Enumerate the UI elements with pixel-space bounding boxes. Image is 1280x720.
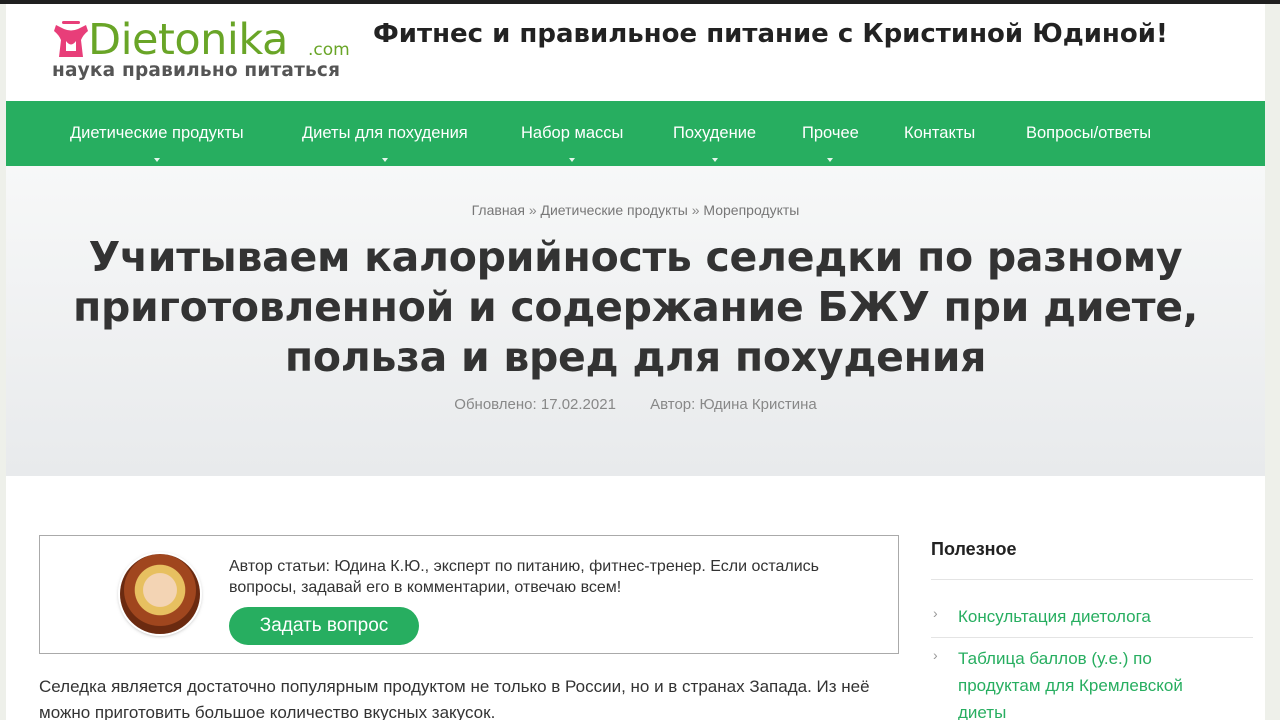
logo-wordmark: Dietonika <box>88 15 288 65</box>
site-logo[interactable]: Dietonika .com наука правильно питаться <box>50 15 360 86</box>
article-title-line: польза и вред для похудения <box>284 333 987 381</box>
dropdown-caret-icon <box>381 158 388 162</box>
sidebar-item-kremlin-table[interactable]: › Таблица баллов (у.е.) по продуктам для… <box>931 645 1253 720</box>
nav-item-label: Диетические продукты <box>70 124 244 142</box>
breadcrumb-separator: » <box>528 202 537 218</box>
article-author: Автор: Юдина Кристина <box>650 396 817 413</box>
sidebar-item-label: Таблица баллов (у.е.) по продуктам для К… <box>958 649 1183 720</box>
breadcrumb-home-link[interactable]: Главная <box>472 202 525 218</box>
dropdown-caret-icon <box>569 158 576 162</box>
sidebar-divider <box>931 579 1253 580</box>
dropdown-caret-icon <box>153 158 160 162</box>
dropdown-caret-icon <box>711 158 718 162</box>
site-header: Dietonika .com наука правильно питаться … <box>6 4 1265 101</box>
breadcrumb-current-link[interactable]: Морепродукты <box>703 202 799 218</box>
page: Dietonika .com наука правильно питаться … <box>6 4 1265 720</box>
nav-item-label: Вопросы/ответы <box>1026 124 1152 142</box>
nav-item-faq[interactable]: Вопросы/ответы <box>1026 101 1151 166</box>
site-title: Фитнес и правильное питание с Кристиной … <box>373 19 1168 49</box>
breadcrumb-separator: » <box>691 202 700 218</box>
article-meta: Обновлено: 17.02.2021 Автор: Юдина Крист… <box>6 396 1265 413</box>
chevron-right-icon: › <box>933 647 938 663</box>
sidebar-divider <box>931 637 1253 638</box>
nav-item-mass-gain[interactable]: Набор массы <box>521 101 623 166</box>
ask-question-button[interactable]: Задать вопрос <box>229 607 419 645</box>
article-paragraph: Селедка является достаточно популярным п… <box>39 677 870 720</box>
sidebar-item-consultation[interactable]: › Консультация диетолога <box>931 603 1253 633</box>
dropdown-caret-icon <box>827 158 834 162</box>
updated-date: Обновлено: 17.02.2021 <box>454 396 616 413</box>
nav-item-label: Контакты <box>904 124 976 142</box>
logo-figure-icon <box>54 21 88 57</box>
nav-item-label: Похудение <box>673 124 757 142</box>
author-box: Автор статьи: Юдина К.Ю., эксперт по пит… <box>39 535 899 654</box>
article-hero: Главная » Диетические продукты » Морепро… <box>6 166 1265 476</box>
breadcrumb-category-link[interactable]: Диетические продукты <box>541 202 688 218</box>
author-avatar <box>120 554 200 634</box>
sidebar-item-label: Консультация диетолога <box>958 607 1151 626</box>
nav-item-weight-loss[interactable]: Похудение <box>673 101 756 166</box>
nav-item-label: Прочее <box>802 124 859 142</box>
logo-domain: .com <box>308 40 350 60</box>
nav-item-diet-products[interactable]: Диетические продукты <box>70 101 244 166</box>
sidebar-title: Полезное <box>931 539 1017 559</box>
article-title: Учитываем калорийность селедки по разном… <box>6 232 1265 382</box>
author-description: Автор статьи: Юдина К.Ю., эксперт по пит… <box>229 558 820 596</box>
nav-item-contacts[interactable]: Контакты <box>904 101 975 166</box>
article-title-line: Учитываем калорийность селедки по разном… <box>88 233 1183 281</box>
breadcrumb: Главная » Диетические продукты » Морепро… <box>6 202 1265 218</box>
chevron-right-icon: › <box>933 605 938 621</box>
logo-tagline: наука правильно питаться <box>52 60 341 81</box>
main-nav: Диетические продукты Диеты для похудения… <box>6 101 1265 166</box>
nav-item-label: Диеты для похудения <box>302 124 468 142</box>
nav-item-diets[interactable]: Диеты для похудения <box>302 101 468 166</box>
nav-item-label: Набор массы <box>521 124 624 142</box>
nav-item-other[interactable]: Прочее <box>802 101 859 166</box>
article-title-line: приготовленной и содержание БЖУ при диет… <box>72 283 1199 331</box>
